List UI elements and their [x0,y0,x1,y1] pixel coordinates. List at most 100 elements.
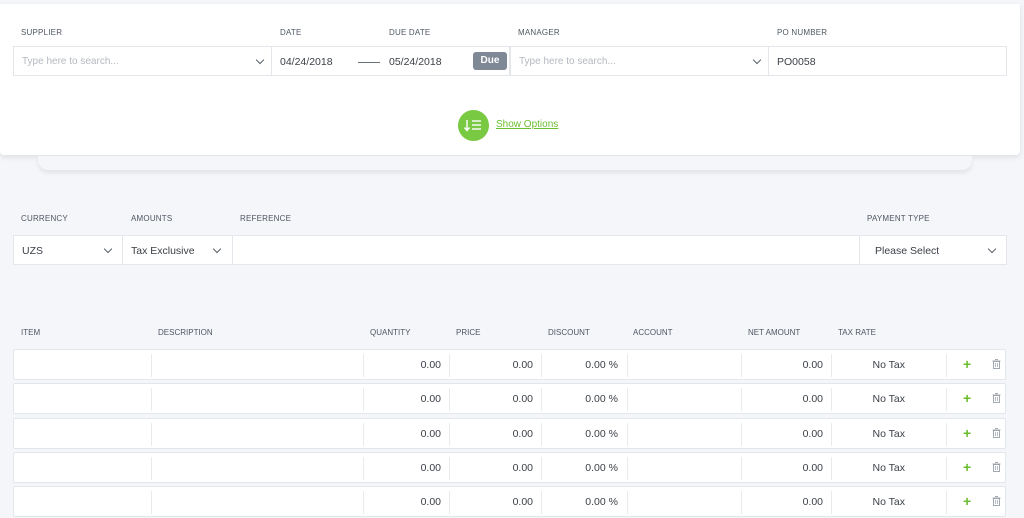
supplier-select[interactable]: Type here to search... [13,46,272,76]
net-amount-cell[interactable]: 0.00 [803,496,823,508]
discount-cell[interactable]: 0.00 % [585,428,618,440]
cell-divider [363,491,364,514]
manager-placeholder: Type here to search... [519,56,616,67]
supplier-placeholder: Type here to search... [22,56,119,67]
amounts-label: AMOUNTS [131,214,173,223]
trash-icon[interactable] [992,393,1001,403]
show-options-button[interactable] [458,110,489,141]
net-amount-cell[interactable]: 0.00 [803,428,823,440]
cell-divider [946,457,947,480]
price-cell[interactable]: 0.00 [513,428,533,440]
cell-divider [627,491,628,514]
plus-icon[interactable]: + [963,390,971,406]
table-row: 0.00 0.00 0.00 % 0.00 No Tax + [13,383,1006,414]
po-number-field[interactable]: PO0058 [769,46,1007,76]
reference-input[interactable] [233,235,860,265]
cell-divider [449,388,450,411]
show-options-link[interactable]: Show Options [496,119,558,130]
cell-divider [151,457,152,480]
net-amount-cell[interactable]: 0.00 [803,359,823,371]
due-date-input[interactable]: 05/24/2018 [389,56,442,68]
cell-divider [449,457,450,480]
trash-icon[interactable] [992,462,1001,472]
tax-rate-cell[interactable]: No Tax [873,428,906,440]
quantity-cell[interactable]: 0.00 [421,428,441,440]
cell-divider [946,423,947,446]
discount-cell[interactable]: 0.00 % [585,462,618,474]
cell-divider [541,457,542,480]
column-header-description: DESCRIPTION [158,328,213,337]
amounts-select[interactable]: Tax Exclusive [123,235,233,265]
tax-rate-cell[interactable]: No Tax [873,393,906,405]
currency-value: UZS [22,245,43,257]
plus-icon[interactable]: + [963,425,971,441]
discount-cell[interactable]: 0.00 % [585,359,618,371]
tax-rate-cell[interactable]: No Tax [873,496,906,508]
plus-icon[interactable]: + [963,493,971,509]
cell-divider [741,423,742,446]
currency-select[interactable]: UZS [13,235,123,265]
cell-divider [831,423,832,446]
discount-cell[interactable]: 0.00 % [585,496,618,508]
cell-divider [831,457,832,480]
cell-divider [449,423,450,446]
date-range-separator [358,62,380,63]
cell-divider [363,388,364,411]
quantity-cell[interactable]: 0.00 [421,393,441,405]
quantity-cell[interactable]: 0.00 [421,496,441,508]
cell-divider [831,354,832,377]
column-header-item: ITEM [21,328,41,337]
cell-divider [541,491,542,514]
tax-rate-cell[interactable]: No Tax [873,462,906,474]
cell-divider [541,388,542,411]
sort-list-icon [463,120,481,132]
cell-divider [151,388,152,411]
plus-icon[interactable]: + [963,459,971,475]
due-button[interactable]: Due [473,52,507,70]
po-number-label: PO NUMBER [777,28,828,37]
quantity-cell[interactable]: 0.00 [421,359,441,371]
payment-type-value: Please Select [875,245,940,257]
chevron-down-icon [752,55,762,65]
chevron-down-icon [103,244,113,254]
trash-icon[interactable] [992,359,1001,369]
plus-icon[interactable]: + [963,356,971,372]
currency-label: CURRENCY [21,214,68,223]
column-header-quantity: QUANTITY [370,328,411,337]
po-number-value: PO0058 [777,56,816,68]
date-label: DATE [280,28,302,37]
quantity-cell[interactable]: 0.00 [421,462,441,474]
price-cell[interactable]: 0.00 [513,462,533,474]
amounts-value: Tax Exclusive [131,245,195,257]
manager-select[interactable]: Type here to search... [510,46,769,76]
price-cell[interactable]: 0.00 [513,393,533,405]
date-input[interactable]: 04/24/2018 [280,56,333,68]
cell-divider [831,491,832,514]
cell-divider [151,354,152,377]
cell-divider [946,354,947,377]
cell-divider [946,388,947,411]
payment-type-label: PAYMENT TYPE [867,214,930,223]
price-cell[interactable]: 0.00 [513,359,533,371]
net-amount-cell[interactable]: 0.00 [803,393,823,405]
discount-cell[interactable]: 0.00 % [585,393,618,405]
table-row: 0.00 0.00 0.00 % 0.00 No Tax + [13,452,1006,483]
order-header-card: SUPPLIER DATE DUE DATE MANAGER PO NUMBER… [0,4,1020,155]
table-row: 0.00 0.00 0.00 % 0.00 No Tax + [13,349,1006,380]
column-header-tax-rate: TAX RATE [838,328,876,337]
price-cell[interactable]: 0.00 [513,496,533,508]
trash-icon[interactable] [992,496,1001,506]
column-header-discount: DISCOUNT [548,328,590,337]
trash-icon[interactable] [992,428,1001,438]
chevron-down-icon [987,244,997,254]
column-header-price: PRICE [456,328,481,337]
due-date-label: DUE DATE [389,28,431,37]
net-amount-cell[interactable]: 0.00 [803,462,823,474]
cell-divider [741,491,742,514]
payment-type-select[interactable]: Please Select [859,235,1007,265]
cell-divider [363,457,364,480]
table-row: 0.00 0.00 0.00 % 0.00 No Tax + [13,418,1006,449]
cell-divider [541,354,542,377]
column-header-account: ACCOUNT [633,328,673,337]
tax-rate-cell[interactable]: No Tax [873,359,906,371]
